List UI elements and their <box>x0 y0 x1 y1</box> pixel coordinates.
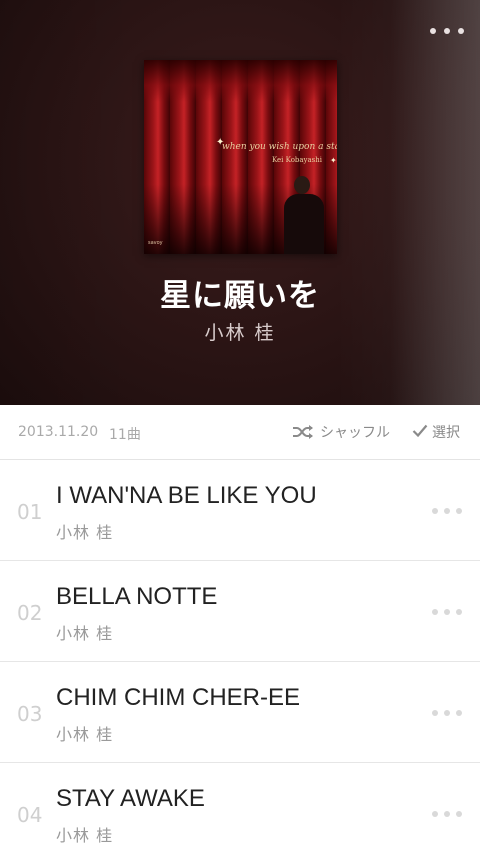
track-artist: 小林 桂 <box>56 826 114 845</box>
track-more-button[interactable] <box>432 708 462 718</box>
track-number: 02 <box>17 601 43 625</box>
track-number: 03 <box>17 702 43 726</box>
more-options-button[interactable] <box>430 18 464 44</box>
shuffle-label: シャッフル <box>320 425 390 441</box>
more-dot-icon <box>456 508 462 514</box>
track-number: 01 <box>17 500 43 524</box>
cover-title: when you wish upon a star <box>222 142 337 152</box>
track-more-button[interactable] <box>432 607 462 617</box>
album-title: 星に願いを <box>160 278 320 314</box>
more-dot-icon <box>432 508 438 514</box>
cover-label: savoy <box>148 240 163 246</box>
select-button[interactable]: 選択 <box>412 420 460 444</box>
album-artist: 小林 桂 <box>204 322 276 344</box>
track-more-button[interactable] <box>432 809 462 819</box>
more-dot-icon <box>432 811 438 817</box>
track-row[interactable]: 04 STAY AWAKE 小林 桂 <box>0 763 480 854</box>
release-date: 2013.11.20 <box>18 424 99 440</box>
more-dot-icon <box>432 609 438 615</box>
track-title: I WAN'NA BE LIKE YOU <box>56 482 317 509</box>
shuffle-icon <box>292 424 314 440</box>
more-dot-icon <box>456 811 462 817</box>
more-dot-icon <box>444 609 450 615</box>
track-title: STAY AWAKE <box>56 785 205 812</box>
track-more-button[interactable] <box>432 506 462 516</box>
more-dot-icon <box>444 28 450 34</box>
track-row[interactable]: 01 I WAN'NA BE LIKE YOU 小林 桂 <box>0 460 480 561</box>
more-dot-icon <box>456 710 462 716</box>
more-dot-icon <box>430 28 436 34</box>
album-info-bar: 2013.11.20 11曲 シャッフル 選択 <box>0 405 480 460</box>
album-header: ✦ ✦ when you wish upon a star Kei Kobaya… <box>0 0 480 405</box>
track-title: BELLA NOTTE <box>56 583 218 610</box>
track-title: CHIM CHIM CHER-EE <box>56 684 300 711</box>
more-dot-icon <box>444 710 450 716</box>
track-artist: 小林 桂 <box>56 523 114 542</box>
sparkle-icon: ✦ <box>330 156 337 165</box>
cover-artist: Kei Kobayashi <box>272 156 323 164</box>
singer-figure <box>282 172 328 254</box>
track-number: 04 <box>17 803 43 827</box>
track-list: 01 I WAN'NA BE LIKE YOU 小林 桂 02 BELLA NO… <box>0 460 480 854</box>
more-dot-icon <box>456 609 462 615</box>
more-dot-icon <box>432 710 438 716</box>
track-artist: 小林 桂 <box>56 725 114 744</box>
track-count: 11曲 <box>109 427 141 443</box>
more-dot-icon <box>444 811 450 817</box>
track-artist: 小林 桂 <box>56 624 114 643</box>
shuffle-button[interactable]: シャッフル <box>292 420 390 444</box>
more-dot-icon <box>458 28 464 34</box>
checkmark-icon <box>412 423 428 442</box>
select-label: 選択 <box>432 425 460 441</box>
album-cover: ✦ ✦ when you wish upon a star Kei Kobaya… <box>144 60 337 254</box>
more-dot-icon <box>444 508 450 514</box>
track-row[interactable]: 02 BELLA NOTTE 小林 桂 <box>0 561 480 662</box>
track-row[interactable]: 03 CHIM CHIM CHER-EE 小林 桂 <box>0 662 480 763</box>
